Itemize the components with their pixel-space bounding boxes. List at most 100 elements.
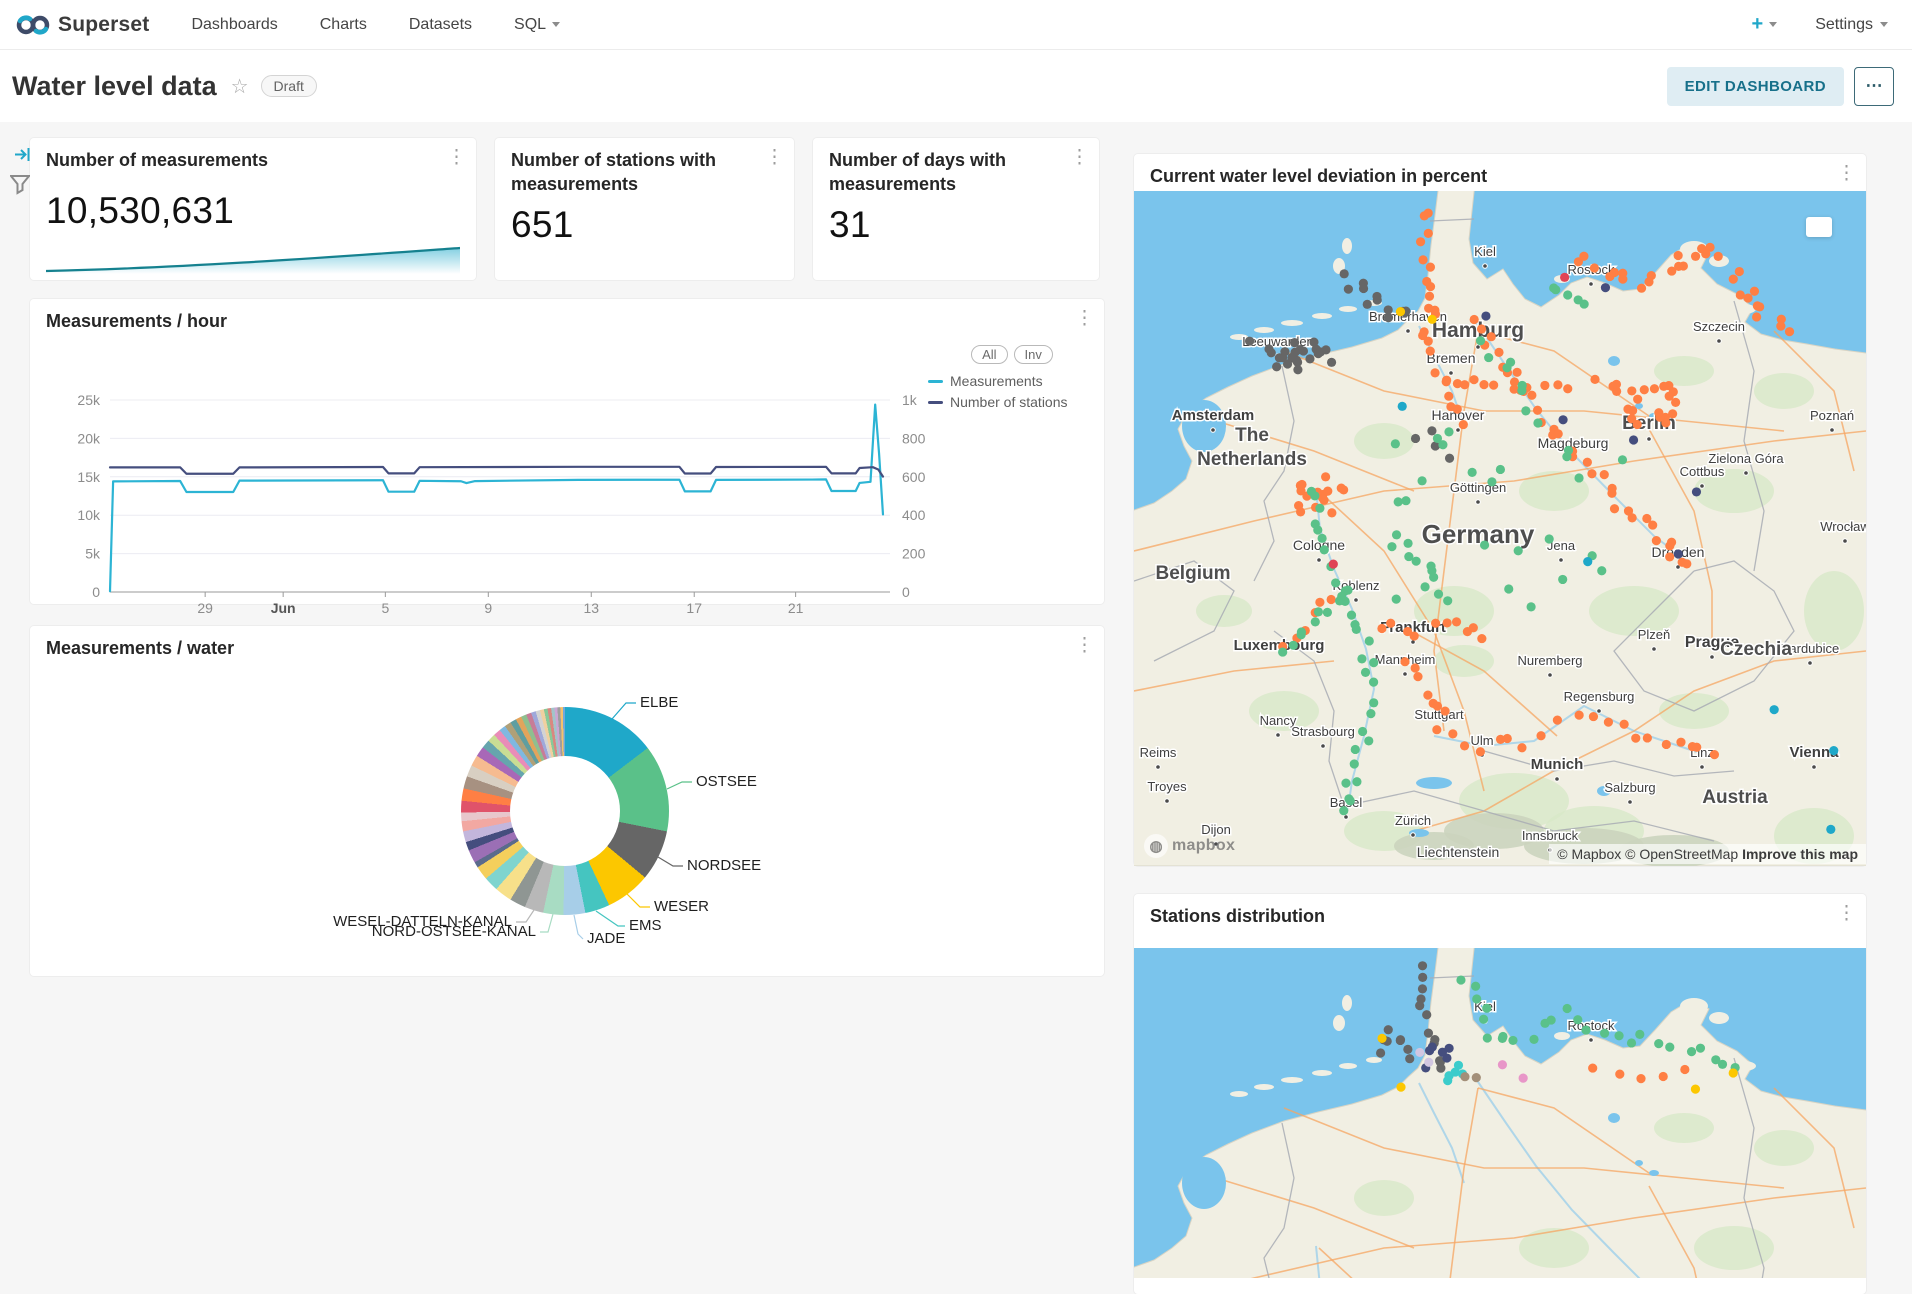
timeseries-chart: 05k10k15k20k25k02004006008001k29Jun59131… <box>30 341 970 619</box>
kebab-menu-icon[interactable] <box>447 148 466 167</box>
svg-text:0: 0 <box>902 584 910 600</box>
chart-title: Number of days with measurements <box>829 148 1039 197</box>
kebab-menu-icon[interactable] <box>1837 904 1856 923</box>
map-legend <box>1806 217 1832 237</box>
map-canvas[interactable]: LeeuwardenAmsterdamTheNetherlandsBelgium… <box>1134 191 1866 866</box>
svg-text:5k: 5k <box>85 546 101 562</box>
settings-menu[interactable]: Settings <box>1815 16 1888 34</box>
legend-inv-button[interactable]: Inv <box>1014 345 1053 364</box>
donut-chart[interactable] <box>461 707 669 915</box>
card-measurements-per-hour: Measurements / hour 05k10k15k20k25k02004… <box>30 299 1104 604</box>
expand-filter-bar-icon[interactable] <box>14 146 31 163</box>
donut-hole <box>510 756 620 866</box>
improve-map-link[interactable]: Improve this map <box>1742 846 1858 862</box>
card-number-of-measurements: Number of measurements 10,530,631 <box>30 138 476 280</box>
chart-title: Measurements / hour <box>46 309 227 333</box>
svg-text:WESEL-DATTELN-KANAL: WESEL-DATTELN-KANAL <box>333 913 512 930</box>
chevron-down-icon <box>1769 22 1777 27</box>
svg-text:400: 400 <box>902 507 926 523</box>
chart-title: Current water level deviation in percent <box>1150 164 1487 188</box>
card-water-level-deviation-map: Current water level deviation in percent… <box>1134 154 1866 866</box>
svg-text:Liechtenstein: Liechtenstein <box>1417 844 1500 860</box>
chart-title: Number of measurements <box>46 148 268 172</box>
svg-text:5: 5 <box>381 600 389 616</box>
svg-text:OSTSEE: OSTSEE <box>696 773 757 790</box>
infinity-logo-icon <box>16 14 50 36</box>
chart-title: Measurements / water <box>46 636 234 660</box>
card-measurements-per-water: Measurements / water ELBEOSTSEENORDSEEWE… <box>30 626 1104 976</box>
svg-text:Regensburg: Regensburg <box>1564 689 1635 704</box>
svg-text:13: 13 <box>583 600 599 616</box>
legend-label: Measurements <box>950 373 1043 389</box>
nav-sql-label: SQL <box>514 16 546 34</box>
filter-funnel-icon[interactable] <box>10 174 30 196</box>
brand-name: Superset <box>58 13 149 37</box>
kebab-menu-icon[interactable] <box>1070 148 1089 167</box>
svg-text:1k: 1k <box>902 392 918 408</box>
settings-label: Settings <box>1815 16 1873 34</box>
plus-icon: + <box>1752 13 1764 36</box>
legend-item-measurements[interactable]: Measurements <box>928 373 1096 389</box>
kebab-menu-icon[interactable] <box>1837 164 1856 183</box>
svg-text:Munich: Munich <box>1531 756 1584 773</box>
svg-text:Plzeň: Plzeň <box>1638 627 1671 642</box>
nav-dashboards[interactable]: Dashboards <box>191 16 277 34</box>
svg-text:Cottbus: Cottbus <box>1680 464 1725 479</box>
chart-title: Number of stations with measurements <box>511 148 731 197</box>
legend-label: Number of stations <box>950 394 1068 410</box>
svg-text:Belgium: Belgium <box>1156 563 1231 584</box>
series-color-swatch <box>928 401 943 404</box>
mapbox-logo[interactable]: ◍ mapbox <box>1144 834 1235 858</box>
card-number-of-days: Number of days with measurements 31 <box>813 138 1099 280</box>
nav-sql[interactable]: SQL <box>514 16 560 34</box>
header-more-options-button[interactable] <box>1854 67 1894 106</box>
kebab-menu-icon[interactable] <box>1075 309 1094 328</box>
svg-text:Zürich: Zürich <box>1395 813 1431 828</box>
svg-text:Szczecin: Szczecin <box>1693 319 1745 334</box>
chart-legend: All Inv Measurements Number of stations <box>928 345 1096 415</box>
new-item-button[interactable]: + <box>1752 13 1778 36</box>
svg-text:Germany: Germany <box>1422 519 1535 549</box>
svg-text:Ulm: Ulm <box>1470 733 1493 748</box>
kebab-menu-icon[interactable] <box>765 148 784 167</box>
svg-text:Netherlands: Netherlands <box>1197 449 1307 470</box>
chart-title: Stations distribution <box>1150 904 1325 928</box>
svg-text:Austria: Austria <box>1702 787 1768 808</box>
big-number-value: 10,530,631 <box>46 190 234 232</box>
kebab-menu-icon[interactable] <box>1075 636 1094 655</box>
nav-charts[interactable]: Charts <box>320 16 367 34</box>
navbar: Superset Dashboards Charts Datasets SQL … <box>0 0 1912 50</box>
svg-text:Innsbruck: Innsbruck <box>1522 828 1579 843</box>
chevron-down-icon <box>552 22 560 27</box>
map-canvas[interactable]: KielRostock <box>1134 948 1866 1278</box>
legend-item-number-of-stations[interactable]: Number of stations <box>928 394 1096 410</box>
svg-text:EMS: EMS <box>629 917 662 934</box>
svg-text:Czechia: Czechia <box>1720 639 1792 660</box>
card-stations-distribution-map: Stations distribution KielRostock <box>1134 894 1866 1294</box>
dashboard-header: Water level data Draft EDIT DASHBOARD <box>0 50 1912 122</box>
svg-text:NORD-OSTSEE-KANAL: NORD-OSTSEE-KANAL <box>372 923 536 940</box>
svg-text:17: 17 <box>686 600 702 616</box>
edit-dashboard-button[interactable]: EDIT DASHBOARD <box>1667 67 1844 106</box>
svg-text:Reims: Reims <box>1140 745 1177 760</box>
legend-all-button[interactable]: All <box>971 345 1007 364</box>
card-number-of-stations: Number of stations with measurements 651 <box>495 138 794 280</box>
svg-text:NORDSEE: NORDSEE <box>687 857 761 874</box>
svg-text:Kiel: Kiel <box>1474 244 1496 259</box>
attribution-text: © Mapbox © OpenStreetMap <box>1557 846 1738 862</box>
superset-logo[interactable]: Superset <box>16 13 149 37</box>
favorite-star-icon[interactable] <box>231 74 249 99</box>
svg-text:Troyes: Troyes <box>1147 779 1187 794</box>
svg-text:Göttingen: Göttingen <box>1450 480 1506 495</box>
svg-text:JADE: JADE <box>587 930 625 947</box>
svg-text:Nuremberg: Nuremberg <box>1517 653 1582 668</box>
svg-text:600: 600 <box>902 469 926 485</box>
svg-text:21: 21 <box>788 600 804 616</box>
nav-datasets[interactable]: Datasets <box>409 16 472 34</box>
mapbox-wordmark: mapbox <box>1172 837 1235 855</box>
series-color-swatch <box>928 380 943 383</box>
page-title: Water level data <box>12 71 217 102</box>
svg-text:800: 800 <box>902 430 926 446</box>
svg-text:Wrocław: Wrocław <box>1820 519 1866 534</box>
svg-text:15k: 15k <box>77 469 101 485</box>
